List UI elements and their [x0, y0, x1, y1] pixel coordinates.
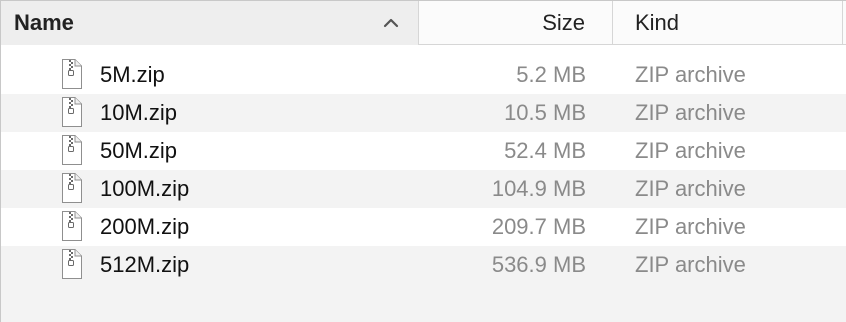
column-header-size[interactable]: Size — [419, 1, 613, 45]
zip-file-icon — [62, 135, 82, 165]
column-header-kind-label: Kind — [635, 10, 680, 35]
file-size: 209.7 MB — [491, 214, 586, 239]
column-header-kind[interactable]: Kind — [613, 1, 843, 45]
file-row[interactable]: 50M.zip 52.4 MB ZIP archive — [1, 132, 846, 170]
file-kind: ZIP archive — [635, 176, 746, 201]
file-name: 100M.zip — [100, 176, 190, 201]
column-header-name[interactable]: Name — [1, 1, 419, 45]
file-kind: ZIP archive — [635, 214, 746, 239]
zip-file-icon — [62, 211, 82, 241]
file-kind: ZIP archive — [635, 138, 746, 163]
empty-row-area — [1, 284, 846, 322]
file-size: 52.4 MB — [504, 138, 586, 163]
file-kind: ZIP archive — [635, 252, 746, 277]
chevron-up-icon[interactable] — [382, 14, 400, 32]
column-header-name-label: Name — [14, 10, 74, 35]
file-row[interactable]: 10M.zip 10.5 MB ZIP archive — [1, 94, 846, 132]
zip-file-icon — [62, 59, 82, 89]
column-header-bar: Name Size Kind — [1, 1, 846, 45]
zip-file-icon — [62, 173, 82, 203]
file-name: 5M.zip — [100, 62, 165, 87]
file-name: 512M.zip — [100, 252, 190, 277]
file-row[interactable]: 100M.zip 104.9 MB ZIP archive — [1, 170, 846, 208]
zip-file-icon — [62, 97, 82, 127]
file-name: 10M.zip — [100, 100, 178, 125]
file-name: 50M.zip — [100, 138, 178, 163]
file-size: 10.5 MB — [504, 100, 586, 125]
file-kind: ZIP archive — [635, 100, 746, 125]
finder-list-view: Name Size Kind 5M.zip 5.2 MB ZIP archive… — [0, 0, 846, 322]
column-header-size-label: Size — [542, 10, 585, 35]
file-list: 5M.zip 5.2 MB ZIP archive 10M.zip 10.5 M… — [1, 56, 846, 284]
file-size: 104.9 MB — [491, 176, 586, 201]
file-kind: ZIP archive — [635, 62, 746, 87]
file-size: 5.2 MB — [516, 62, 586, 87]
file-row[interactable]: 5M.zip 5.2 MB ZIP archive — [1, 56, 846, 94]
zip-file-icon — [62, 249, 82, 279]
file-row[interactable]: 512M.zip 536.9 MB ZIP archive — [1, 246, 846, 284]
file-size: 536.9 MB — [491, 252, 586, 277]
file-row[interactable]: 200M.zip 209.7 MB ZIP archive — [1, 208, 846, 246]
file-name: 200M.zip — [100, 214, 190, 239]
